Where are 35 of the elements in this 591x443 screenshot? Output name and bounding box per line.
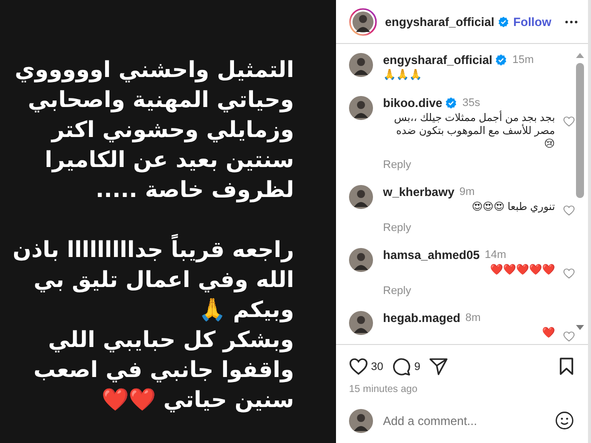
comment-time: 35s [462,97,480,109]
comment-text: ❤❤❤❤❤ [489,264,555,277]
username[interactable]: w_kherbawy [383,185,454,199]
username[interactable]: hegab.maged [383,311,460,325]
story-avatar[interactable] [349,8,377,36]
comment-time: 14m [484,249,506,261]
comment-time: 15m [512,54,534,66]
comment-text: تنوري طبعا 😍😍😍 [470,201,555,214]
post-time: 15 minutes ago [348,383,418,395]
avatar[interactable] [349,408,373,432]
follow-button[interactable]: Follow [513,14,552,28]
username[interactable]: engysharaf_official [385,14,494,28]
comment-time: 8m [465,312,481,324]
like-icon[interactable] [349,357,368,376]
avatar[interactable] [349,248,373,272]
comment-count: 9 [414,360,420,372]
like-count: 30 [371,360,384,372]
post-text: التمثيل واحشني اوووووي وحياتي المهنية واصحابي وزمايلي وحشوني اكتر سنتين بعيد عن الكاميرا لظروف خاصة ..... [14,57,294,205]
username[interactable]: bikoo.dive [383,96,442,110]
share-icon[interactable] [429,357,448,376]
caption-text: 🙏🙏🙏 [383,69,423,82]
bookmark-icon[interactable] [559,357,574,376]
post-text: راجعه قريباً جدااااااااا باذن الله وفي اعمال تليق بي وبيكم 🙏 وبشكر كل حبايبي اللي واقفوا جانبي في اصعب سنين حياتي ❤❤ [12,236,294,416]
comment-time: 9m [459,186,475,198]
avatar[interactable] [349,185,373,209]
avatar[interactable] [349,53,373,77]
more-icon[interactable] [565,20,578,24]
comment-icon[interactable] [392,357,412,376]
username[interactable]: engysharaf_official [383,53,492,67]
avatar[interactable] [349,311,373,335]
avatar[interactable] [349,96,373,120]
username[interactable]: hamsa_ahmed05 [383,248,480,262]
comment-text: ❤ [541,327,555,340]
comment-text: بجد بجد من أجمل ممثلات جيلك ،،بس مصر للأسف مع الموهوب بتكون ضده 😢 [392,112,555,151]
emoji-icon[interactable] [555,411,574,430]
